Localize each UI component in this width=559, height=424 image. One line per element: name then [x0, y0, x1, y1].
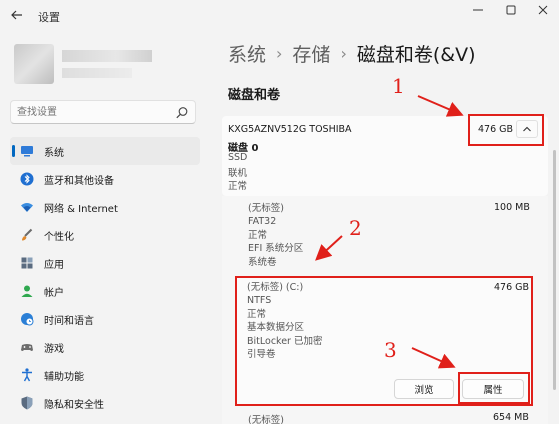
partition-label[interactable]: (无标签)	[248, 412, 284, 424]
breadcrumb-separator: ›	[276, 44, 283, 63]
partition-label: (无标签)	[248, 203, 284, 214]
breadcrumb: 系统 › 存储 › 磁盘和卷(&V)	[228, 40, 475, 67]
sidebar-item-system[interactable]: 系统	[10, 137, 200, 165]
brush-icon	[18, 226, 36, 244]
disk-status-online: 联机	[228, 168, 248, 179]
sidebar-item-label: 系统	[44, 147, 64, 159]
annotation-box-1	[468, 114, 544, 146]
search-box[interactable]	[10, 100, 196, 124]
breadcrumb-separator: ›	[340, 44, 347, 63]
sidebar-item-accounts[interactable]: 帐户	[10, 277, 200, 305]
sidebar-item-label: 个性化	[44, 231, 74, 243]
sidebar-item-network[interactable]: 网络 & Internet	[10, 193, 200, 221]
sidebar-item-label: 游戏	[44, 343, 64, 355]
sidebar-item-personalization[interactable]: 个性化	[10, 221, 200, 249]
partition-size: 100 MB	[494, 202, 530, 213]
sidebar-item-time-language[interactable]: 时间和语言	[10, 305, 200, 333]
close-icon[interactable]	[532, 4, 554, 22]
partition-type: EFI 系统分区	[248, 243, 304, 255]
shield-icon	[18, 394, 36, 412]
sidebar-item-apps[interactable]: 应用	[10, 249, 200, 277]
sidebar-item-label: 辅助功能	[44, 371, 84, 383]
sidebar-item-label: 时间和语言	[44, 315, 94, 327]
accessibility-icon	[18, 366, 36, 384]
partition-status: 正常	[248, 229, 268, 241]
app-title: 设置	[38, 11, 60, 24]
wifi-icon	[18, 198, 36, 216]
sidebar-item-privacy[interactable]: 隐私和安全性	[10, 389, 200, 417]
search-icon[interactable]	[175, 105, 189, 119]
back-arrow-icon[interactable]	[10, 8, 26, 24]
gamepad-icon	[18, 338, 36, 356]
bluetooth-icon	[18, 170, 36, 188]
account-icon	[18, 282, 36, 300]
partition-efi[interactable]: (无标签) FAT32 正常 EFI 系统分区 系统卷	[248, 202, 303, 269]
sidebar-item-label: 帐户	[44, 287, 64, 299]
sidebar-item-gaming[interactable]: 游戏	[10, 333, 200, 361]
annotation-number-1: 1	[392, 74, 405, 98]
disk-model: KXG5AZNV512G TOSHIBA	[228, 124, 352, 135]
search-input[interactable]	[11, 101, 171, 123]
disk-type: SSD	[228, 152, 248, 163]
partition-role: 系统卷	[248, 256, 277, 268]
minimize-icon[interactable]	[467, 4, 489, 22]
active-indicator	[12, 145, 15, 157]
maximize-icon[interactable]	[500, 4, 522, 22]
breadcrumb-storage[interactable]: 存储	[292, 40, 330, 67]
breadcrumb-system[interactable]: 系统	[228, 40, 266, 67]
sidebar-item-label: 网络 & Internet	[44, 203, 118, 215]
page-title: 磁盘和卷(&V)	[356, 44, 476, 66]
title-bar: 设置	[0, 0, 559, 30]
clock-globe-icon	[18, 310, 36, 328]
annotation-box-3	[458, 372, 530, 404]
profile-email-blurred	[62, 68, 132, 78]
disk-health: 正常	[228, 181, 248, 192]
partition-filesystem: FAT32	[248, 216, 277, 228]
annotation-number-2: 2	[349, 216, 362, 240]
sidebar-item-label: 蓝牙和其他设备	[44, 175, 114, 187]
annotation-number-3: 3	[384, 338, 397, 362]
profile-name-blurred	[62, 50, 152, 62]
sidebar-item-accessibility[interactable]: 辅助功能	[10, 361, 200, 389]
sidebar-item-label: 应用	[44, 259, 64, 271]
avatar[interactable]	[14, 44, 54, 84]
monitor-icon	[18, 142, 36, 160]
annotation-arrow-1	[417, 95, 464, 117]
sidebar-nav: 系统 蓝牙和其他设备 网络 & Internet 个性化 应用 帐户 时间和语言…	[10, 137, 200, 417]
sidebar-item-label: 隐私和安全性	[44, 399, 104, 411]
sidebar-item-bluetooth[interactable]: 蓝牙和其他设备	[10, 165, 200, 193]
partition-size: 654 MB	[493, 412, 529, 423]
apps-icon	[18, 254, 36, 272]
scrollbar[interactable]	[553, 150, 556, 390]
section-title: 磁盘和卷	[228, 88, 281, 103]
